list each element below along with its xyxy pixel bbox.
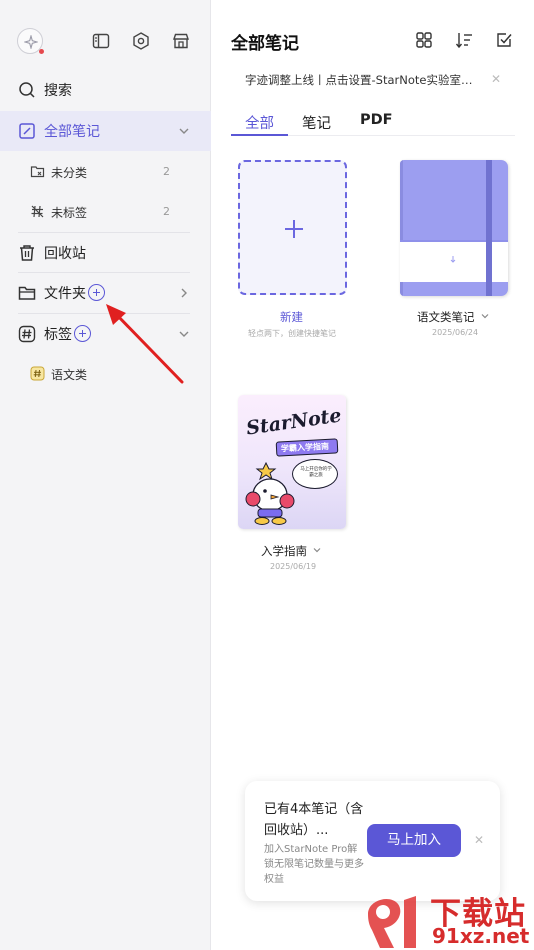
sidebar-item-label: 标签 <box>44 327 72 343</box>
search-icon <box>19 82 35 98</box>
notification-dot <box>39 49 44 54</box>
app-logo-icon[interactable] <box>17 28 44 54</box>
notebook-date: 2025/06/24 <box>432 328 479 337</box>
chevron-down-icon[interactable] <box>178 125 190 137</box>
promo-description: 加入StarNote Pro解锁无限笔记数量与更多权益 <box>264 844 364 885</box>
sidebar-item-trash[interactable]: 回收站 <box>0 233 211 273</box>
promo-title: 已有4本笔记（含回收站）... <box>264 802 364 838</box>
sidebar-item-label: 文件夹 <box>44 286 86 302</box>
tab-pdf[interactable]: PDF <box>360 112 393 128</box>
new-note-hint: 轻点两下，创建快捷笔记 <box>248 329 336 338</box>
item-count: 2 <box>163 165 170 178</box>
watermark-logo: 下载站 91xz.net <box>362 888 534 950</box>
mascot-illustration-icon <box>245 461 295 525</box>
notebook-title[interactable]: 入学指南 <box>261 543 307 559</box>
cover-ribbon: 学霸入学指南 <box>275 438 339 457</box>
join-now-button[interactable]: 马上加入 <box>367 824 461 857</box>
select-checkbox-icon[interactable] <box>495 31 513 49</box>
close-icon[interactable]: ✕ <box>491 72 501 86</box>
notebook-strap <box>486 160 492 296</box>
edit-note-icon <box>19 123 35 139</box>
sidebar-item-uncategorized[interactable]: 未分类 2 <box>0 152 211 192</box>
folder-icon <box>18 286 36 300</box>
chevron-right-icon[interactable] <box>178 287 190 299</box>
announcement-banner[interactable]: 字迹调整上线丨点击设置-StarNote实验室开启 <box>245 72 481 88</box>
add-tag-button[interactable] <box>74 325 91 342</box>
sort-icon[interactable] <box>455 31 473 49</box>
add-folder-button[interactable] <box>88 284 105 301</box>
sidebar-toolbar <box>0 22 211 62</box>
notebook-cover-guide[interactable]: StarNote 学霸入学指南 马上开启你的学霸之旅 <box>238 395 346 529</box>
notebook-emblem-icon <box>450 256 456 263</box>
sidebar-item-untagged[interactable]: 未标签 2 <box>0 192 211 232</box>
notebook-date: 2025/06/19 <box>270 562 317 571</box>
sidebar-item-label: 全部笔记 <box>44 124 100 140</box>
sidebar: 搜索 全部笔记 未分类 2 未标签 2 回收站 文件夹 标签 语文类 <box>0 0 211 950</box>
cover-subtitle: 学霸入学指南 <box>280 441 330 454</box>
sidebar-item-all-notes[interactable]: 全部笔记 <box>0 111 211 151</box>
chevron-down-icon[interactable] <box>480 311 490 321</box>
tag-off-icon <box>31 205 44 218</box>
cover-logo-text: StarNote <box>244 404 343 440</box>
upgrade-promo-card: 已有4本笔记（含回收站）... 加入StarNote Pro解锁无限笔记数量与更… <box>245 781 500 901</box>
speech-bubble-text: 马上开启你的学霸之旅 <box>300 467 332 478</box>
sidebar-item-search[interactable]: 搜索 <box>0 70 211 110</box>
hashtag-icon <box>18 325 36 343</box>
watermark-91-icon <box>368 896 416 948</box>
chevron-down-icon[interactable] <box>312 545 322 555</box>
notebook-title[interactable]: 语文类笔记 <box>417 309 475 325</box>
close-icon[interactable]: ✕ <box>474 833 484 847</box>
trash-icon <box>20 245 34 261</box>
tag-hashtag-icon <box>30 366 45 381</box>
tab-all[interactable]: 全部 <box>245 112 274 133</box>
sidebar-item-label: 语文类 <box>51 368 88 382</box>
grid-view-icon[interactable] <box>415 31 433 49</box>
annotation-arrow <box>106 304 184 384</box>
tab-notes[interactable]: 笔记 <box>302 112 331 133</box>
item-count: 2 <box>163 205 170 218</box>
folder-x-icon <box>30 166 45 178</box>
sidebar-item-label: 搜索 <box>44 83 72 99</box>
sidebar-toggle-icon[interactable] <box>91 31 111 51</box>
store-icon[interactable] <box>171 31 191 51</box>
sidebar-item-label: 回收站 <box>44 246 86 262</box>
watermark-domain-text: 91xz.net <box>432 924 530 948</box>
sidebar-item-label: 未分类 <box>51 166 88 180</box>
new-note-card[interactable] <box>238 160 347 295</box>
sidebar-item-label: 未标签 <box>51 206 88 220</box>
settings-icon[interactable] <box>131 31 151 51</box>
page-title: 全部笔记 <box>231 34 299 54</box>
new-note-label: 新建 <box>280 310 303 324</box>
notebook-cover-yuwen[interactable] <box>400 160 508 296</box>
tab-active-indicator <box>231 134 288 136</box>
